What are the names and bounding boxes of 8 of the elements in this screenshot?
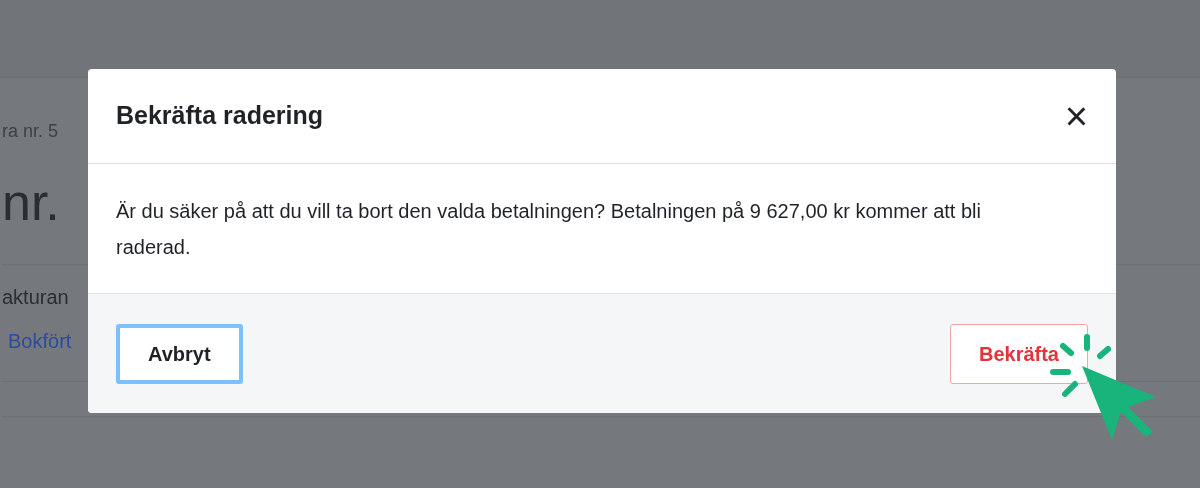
dialog-title: Bekräfta radering	[116, 100, 324, 132]
close-button[interactable]: ×	[1064, 96, 1088, 136]
breadcrumb: ra nr. 5	[2, 122, 59, 140]
confirm-button[interactable]: Bekräfta	[949, 323, 1088, 384]
dialog-message: Är du säker på att du vill ta bort den valda betalningen? Betalningen på 9 627,00 kr kommer att bli raderad.	[116, 198, 982, 260]
description-text: akturan	[2, 287, 69, 307]
page-heading: nr.	[2, 176, 60, 228]
cancel-button[interactable]: Avbryt	[116, 323, 243, 384]
